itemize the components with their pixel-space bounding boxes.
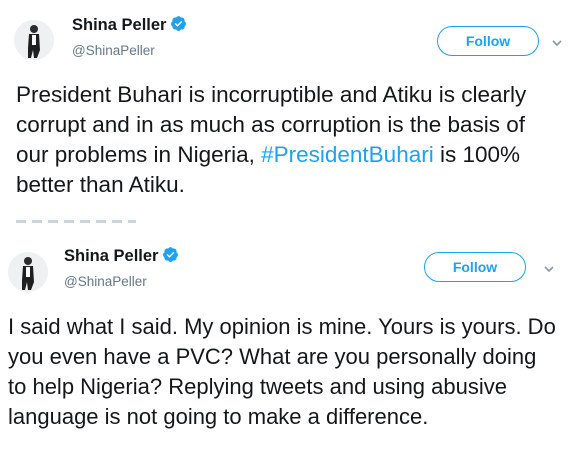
verified-badge-icon (170, 15, 187, 37)
hashtag-link[interactable]: #PresidentBuhari (261, 142, 434, 167)
tweet-text: President Buhari is incorruptible and At… (16, 80, 556, 200)
verified-badge-icon (162, 246, 179, 268)
chevron-down-icon[interactable] (541, 261, 557, 277)
tweet-card-1: Shina Peller @ShinaPeller Follow Preside… (0, 0, 569, 223)
avatar[interactable] (14, 20, 54, 60)
author-name[interactable]: Shina Peller (72, 15, 187, 37)
chevron-down-icon[interactable] (549, 35, 565, 51)
cutoff-timestamp (16, 220, 136, 223)
avatar[interactable] (8, 252, 48, 292)
author-handle[interactable]: @ShinaPeller (64, 274, 147, 289)
tweet-text: I said what I said. My opinion is mine. … (8, 314, 556, 429)
follow-button[interactable]: Follow (437, 26, 539, 56)
author-handle[interactable]: @ShinaPeller (72, 43, 155, 58)
author-name[interactable]: Shina Peller (64, 246, 179, 268)
follow-button[interactable]: Follow (424, 252, 526, 282)
